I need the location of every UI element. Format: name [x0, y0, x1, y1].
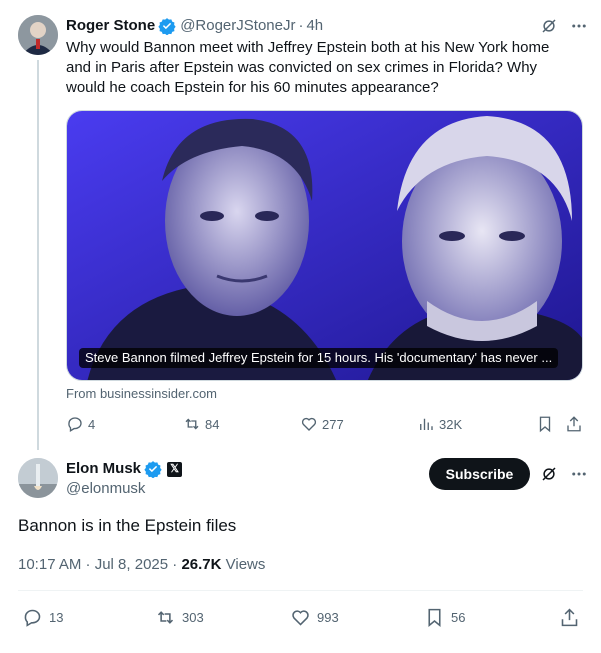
share-button[interactable] [565, 415, 583, 433]
grok-icon[interactable] [540, 465, 558, 483]
share-button[interactable] [559, 607, 580, 628]
avatar[interactable] [18, 458, 58, 498]
bookmark-icon [428, 608, 441, 628]
display-name[interactable]: Elon Musk [66, 459, 141, 479]
share-icon [567, 416, 581, 432]
tweet-top-actions [540, 465, 588, 483]
display-name[interactable]: Roger Stone [66, 16, 155, 36]
repost-button[interactable]: 303 [155, 607, 204, 628]
more-options-icon[interactable] [570, 17, 588, 35]
repost-icon [185, 418, 199, 430]
like-count: 277 [322, 416, 344, 432]
heart-icon [301, 417, 317, 431]
tweet-text: Why would Bannon meet with Jeffrey Epste… [66, 39, 550, 96]
tweet-meta: 10:17 AM · Jul 8, 2025 · 26.7K Views [18, 556, 265, 573]
thread-connector-line [37, 60, 39, 450]
tweet-top-actions [540, 17, 588, 35]
reply-button[interactable]: 13 [22, 607, 63, 628]
repost-count: 84 [205, 416, 220, 432]
separator-dot: · [298, 17, 304, 34]
tweet-header: Roger Stone @RogerJStoneJr · 4h [66, 16, 323, 36]
verified-badge-icon[interactable] [144, 460, 162, 478]
reply-count: 13 [49, 610, 64, 625]
share-icon [561, 608, 578, 627]
link-source[interactable]: From businessinsider.com [66, 386, 217, 401]
reply-icon [24, 609, 41, 627]
handle-row: @elonmusk [66, 479, 145, 499]
grok-icon[interactable] [540, 17, 558, 35]
handle[interactable]: @RogerJStoneJr [180, 16, 295, 36]
reply-button[interactable]: 4 [66, 415, 95, 433]
repost-button[interactable]: 84 [183, 415, 219, 433]
views-count: 32K [439, 416, 463, 432]
bookmark-icon [539, 416, 551, 433]
like-button[interactable]: 993 [290, 607, 339, 628]
x-affiliate-badge-icon[interactable]: 𝕏 [167, 461, 183, 477]
tweet-timestamp[interactable]: 10:17 AM · Jul 8, 2025 · [18, 556, 181, 573]
repost-icon [157, 611, 174, 624]
views-bar-chart-icon [420, 418, 433, 430]
handle[interactable]: @elonmusk [66, 479, 145, 499]
more-options-icon[interactable] [570, 465, 588, 483]
heart-icon [292, 610, 309, 626]
tweet-text: Bannon is in the Epstein files [18, 516, 237, 535]
link-card-title: Steve Bannon filmed Jeffrey Epstein for … [79, 348, 559, 368]
bookmark-count: 56 [451, 610, 466, 625]
like-button[interactable]: 277 [300, 415, 344, 433]
avatar[interactable] [18, 15, 58, 55]
timestamp[interactable]: 4h [306, 16, 323, 36]
article-photo [67, 111, 582, 380]
views-button[interactable]: 32K [417, 415, 462, 433]
link-card-image[interactable]: Steve Bannon filmed Jeffrey Epstein for … [66, 110, 583, 381]
repost-count: 303 [182, 610, 204, 625]
bookmark-button[interactable]: 56 [424, 607, 465, 628]
reply-icon [68, 417, 82, 432]
reply-count: 4 [88, 416, 96, 432]
like-count: 993 [317, 610, 339, 625]
subscribe-button[interactable]: Subscribe [429, 458, 530, 490]
verified-badge-icon[interactable] [158, 17, 176, 35]
views-label: Views [221, 556, 266, 573]
divider [18, 590, 583, 591]
bookmark-button[interactable] [536, 415, 554, 433]
tweet-header: Elon Musk 𝕏 [66, 459, 183, 479]
views-count: 26.7K [181, 556, 222, 573]
